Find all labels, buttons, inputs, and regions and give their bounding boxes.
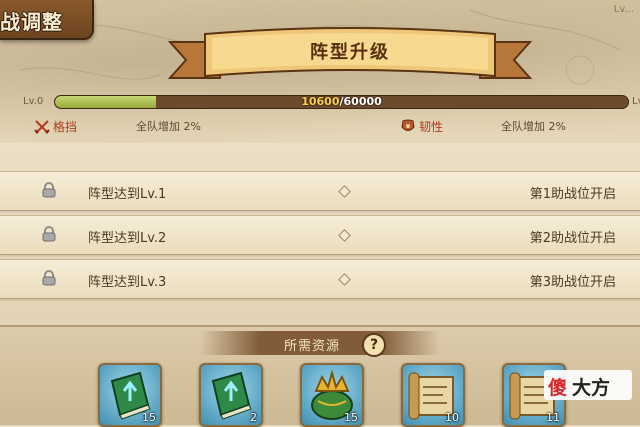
watermark-part2: 大方 [572, 377, 611, 399]
stat-name-toughness: 韧性 [419, 120, 444, 134]
armor-icon [401, 119, 415, 131]
unlock-condition: 阵型达到Lv.1 [88, 187, 167, 202]
unlock-condition: 阵型达到Lv.3 [88, 275, 167, 290]
level-start-label: Lv.0 [23, 96, 44, 107]
diamond-icon [338, 273, 351, 286]
resource-count: 10 [445, 411, 459, 424]
lock-icon [42, 182, 56, 198]
screen-title-tab: 战调整 [0, 0, 94, 40]
resource-count: 15 [344, 411, 358, 424]
stat-value-block: 全队增加 2% [136, 120, 201, 133]
unlock-row: 阵型达到Lv.1 第1助战位开启 [0, 171, 640, 211]
experience-max: 60000 [343, 95, 382, 108]
level-end-label: Lv [632, 96, 640, 107]
stat-name-block: 格挡 [53, 120, 78, 134]
unlock-reward: 第2助战位开启 [529, 231, 616, 246]
unlock-condition: 阵型达到Lv.2 [88, 231, 167, 246]
unlock-row: 阵型达到Lv.2 第2助战位开启 [0, 215, 640, 255]
diamond-icon [338, 185, 351, 198]
stat-toughness: 韧性 [400, 118, 443, 135]
resource-slot[interactable]: 2 [199, 363, 263, 427]
resource-count: 15 [142, 411, 156, 424]
unlock-reward: 第1助战位开启 [529, 187, 616, 202]
experience-bar-text: 10600/60000 [55, 95, 628, 108]
resource-slot[interactable]: 10 [401, 363, 465, 427]
resource-slot[interactable]: 15 [98, 363, 162, 427]
screen-title: 战调整 [0, 10, 63, 34]
corner-label: Lv... [613, 4, 634, 15]
stat-value-toughness: 全队增加 2% [501, 120, 566, 133]
stat-block: 格挡 [34, 118, 77, 135]
resource-count: 11 [546, 411, 560, 424]
lock-icon [42, 226, 56, 242]
help-button[interactable]: ? [362, 333, 386, 357]
unlock-row: 阵型达到Lv.3 第3助战位开启 [0, 259, 640, 299]
watermark-part1: 傻 [548, 377, 568, 399]
experience-bar: 10600/60000 [54, 95, 629, 109]
experience-current: 10600 [301, 95, 340, 108]
unlock-reward: 第3助战位开启 [529, 275, 616, 290]
watermark-logo: 傻 大方 [544, 370, 632, 400]
resource-count: 2 [250, 411, 257, 424]
upgrade-title: 阵型升级 [310, 42, 390, 63]
lock-icon [42, 270, 56, 286]
crossed-swords-icon [34, 119, 50, 134]
resource-slot[interactable]: 15 [300, 363, 364, 427]
resources-title: 所需资源 [283, 339, 340, 354]
diamond-icon [338, 229, 351, 242]
